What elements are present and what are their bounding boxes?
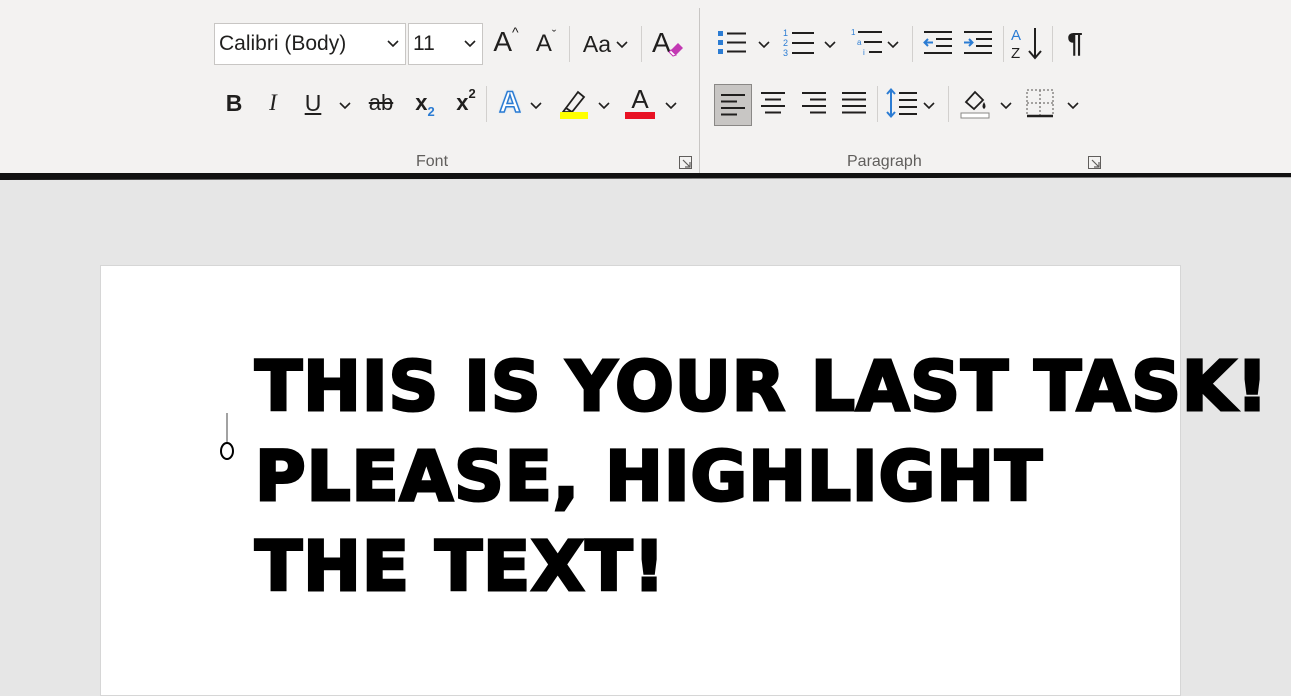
italic-label: I	[269, 90, 277, 115]
change-case-label: Aa	[582, 30, 612, 57]
group-separator	[699, 8, 700, 173]
pilcrow-icon: ¶	[1067, 27, 1083, 58]
borders-icon[interactable]	[1025, 88, 1055, 118]
highlighter-icon[interactable]	[558, 86, 590, 120]
svg-text:1: 1	[783, 28, 788, 38]
separator	[569, 26, 570, 62]
separator	[877, 86, 878, 122]
svg-text:A: A	[652, 27, 671, 58]
font-color-button[interactable]: A	[625, 84, 655, 114]
bold-button[interactable]: B	[220, 86, 248, 120]
chevron-down-icon[interactable]	[758, 39, 770, 49]
chevron-down-icon[interactable]	[339, 100, 351, 110]
align-right-icon[interactable]	[800, 89, 828, 117]
align-center-icon[interactable]	[759, 89, 787, 117]
separator	[1003, 26, 1004, 62]
bold-label: B	[225, 89, 243, 116]
chevron-down-icon	[464, 40, 476, 48]
sort-icon[interactable]: A Z	[1010, 24, 1046, 62]
superscript-2: 2	[468, 85, 476, 101]
separator	[1052, 26, 1053, 62]
svg-text:a: a	[857, 38, 862, 47]
grow-font-button[interactable]: A ^	[490, 24, 522, 60]
paragraph-group-label: Paragraph	[847, 153, 922, 170]
change-case-button[interactable]: Aa	[577, 26, 617, 62]
dialog-launcher-icon[interactable]	[679, 156, 692, 169]
svg-text:1: 1	[851, 28, 856, 37]
underline-label: U	[304, 89, 322, 116]
align-left-icon	[721, 94, 745, 116]
paragraph-marker-icon	[220, 413, 234, 460]
decrease-indent-icon[interactable]	[922, 28, 954, 58]
chevron-down-icon	[387, 40, 399, 48]
svg-text:2: 2	[783, 38, 788, 48]
chevron-down-icon[interactable]	[1000, 100, 1012, 110]
show-formatting-button[interactable]: ¶	[1060, 24, 1090, 62]
font-group-label: Font	[416, 153, 449, 170]
font-size-value: 11	[413, 32, 435, 55]
caret-up-icon: ^	[512, 24, 519, 40]
caret-down-icon: ˇ	[551, 26, 557, 42]
ribbon-bottom-border	[0, 173, 1291, 180]
subscript-2: 2	[427, 103, 435, 119]
strikethrough-label: ab	[368, 90, 394, 115]
align-left-button[interactable]	[714, 84, 752, 126]
svg-text:Z: Z	[1011, 45, 1020, 62]
dialog-launcher-icon[interactable]	[1088, 156, 1101, 169]
shrink-font-label: A	[535, 30, 552, 57]
superscript-label: x	[456, 90, 469, 115]
font-color-swatch	[625, 112, 655, 119]
separator	[641, 26, 642, 62]
italic-button[interactable]: I	[259, 86, 287, 120]
subscript-button[interactable]: x2	[410, 86, 440, 120]
superscript-button[interactable]: x2	[451, 86, 481, 120]
separator	[948, 86, 949, 122]
subscript-label: x	[415, 90, 428, 115]
font-size-combo[interactable]: 11	[408, 23, 483, 65]
grow-font-label: A	[493, 26, 513, 57]
ribbon: Calibri (Body) 11 A ^ A ˇ Aa A B I U ab …	[0, 0, 1291, 173]
chevron-down-icon[interactable]	[616, 39, 628, 49]
chevron-down-icon[interactable]	[598, 100, 610, 110]
chevron-down-icon[interactable]	[1067, 100, 1079, 110]
bullets-icon[interactable]	[716, 28, 748, 58]
font-color-label: A	[631, 83, 649, 114]
separator	[912, 26, 913, 62]
justify-icon[interactable]	[840, 89, 868, 117]
chevron-down-icon[interactable]	[665, 100, 677, 110]
increase-indent-icon[interactable]	[962, 28, 994, 58]
strikethrough-button[interactable]: ab	[364, 86, 398, 120]
shading-icon[interactable]	[958, 86, 992, 120]
svg-text:3: 3	[783, 48, 788, 58]
underline-button[interactable]: U	[299, 86, 327, 120]
clear-formatting-icon[interactable]: A	[651, 26, 685, 60]
document-line[interactable]: PLEASE, HIGHLIGHT	[254, 432, 1175, 522]
text-effects-button[interactable]: A	[494, 84, 526, 122]
shrink-font-button[interactable]: A ˇ	[530, 26, 562, 62]
font-name-combo[interactable]: Calibri (Body)	[214, 23, 406, 65]
text-effects-label: A	[498, 85, 521, 120]
multilevel-list-icon[interactable]: 1 a i	[850, 26, 884, 60]
chevron-down-icon[interactable]	[824, 39, 836, 49]
chevron-down-icon[interactable]	[530, 100, 542, 110]
numbering-icon[interactable]: 1 2 3	[782, 26, 816, 60]
line-spacing-icon[interactable]	[885, 87, 919, 119]
chevron-down-icon[interactable]	[923, 100, 935, 110]
document-line[interactable]: THE TEXT!	[254, 522, 1175, 612]
font-name-value: Calibri (Body)	[219, 32, 347, 55]
separator	[486, 86, 487, 122]
svg-text:i: i	[863, 48, 865, 57]
document-text[interactable]: THIS IS YOUR LAST TASK! PLEASE, HIGHLIGH…	[254, 342, 1270, 612]
document-line[interactable]: THIS IS YOUR LAST TASK!	[254, 342, 1270, 432]
svg-text:A: A	[1011, 27, 1021, 44]
chevron-down-icon[interactable]	[887, 39, 899, 49]
